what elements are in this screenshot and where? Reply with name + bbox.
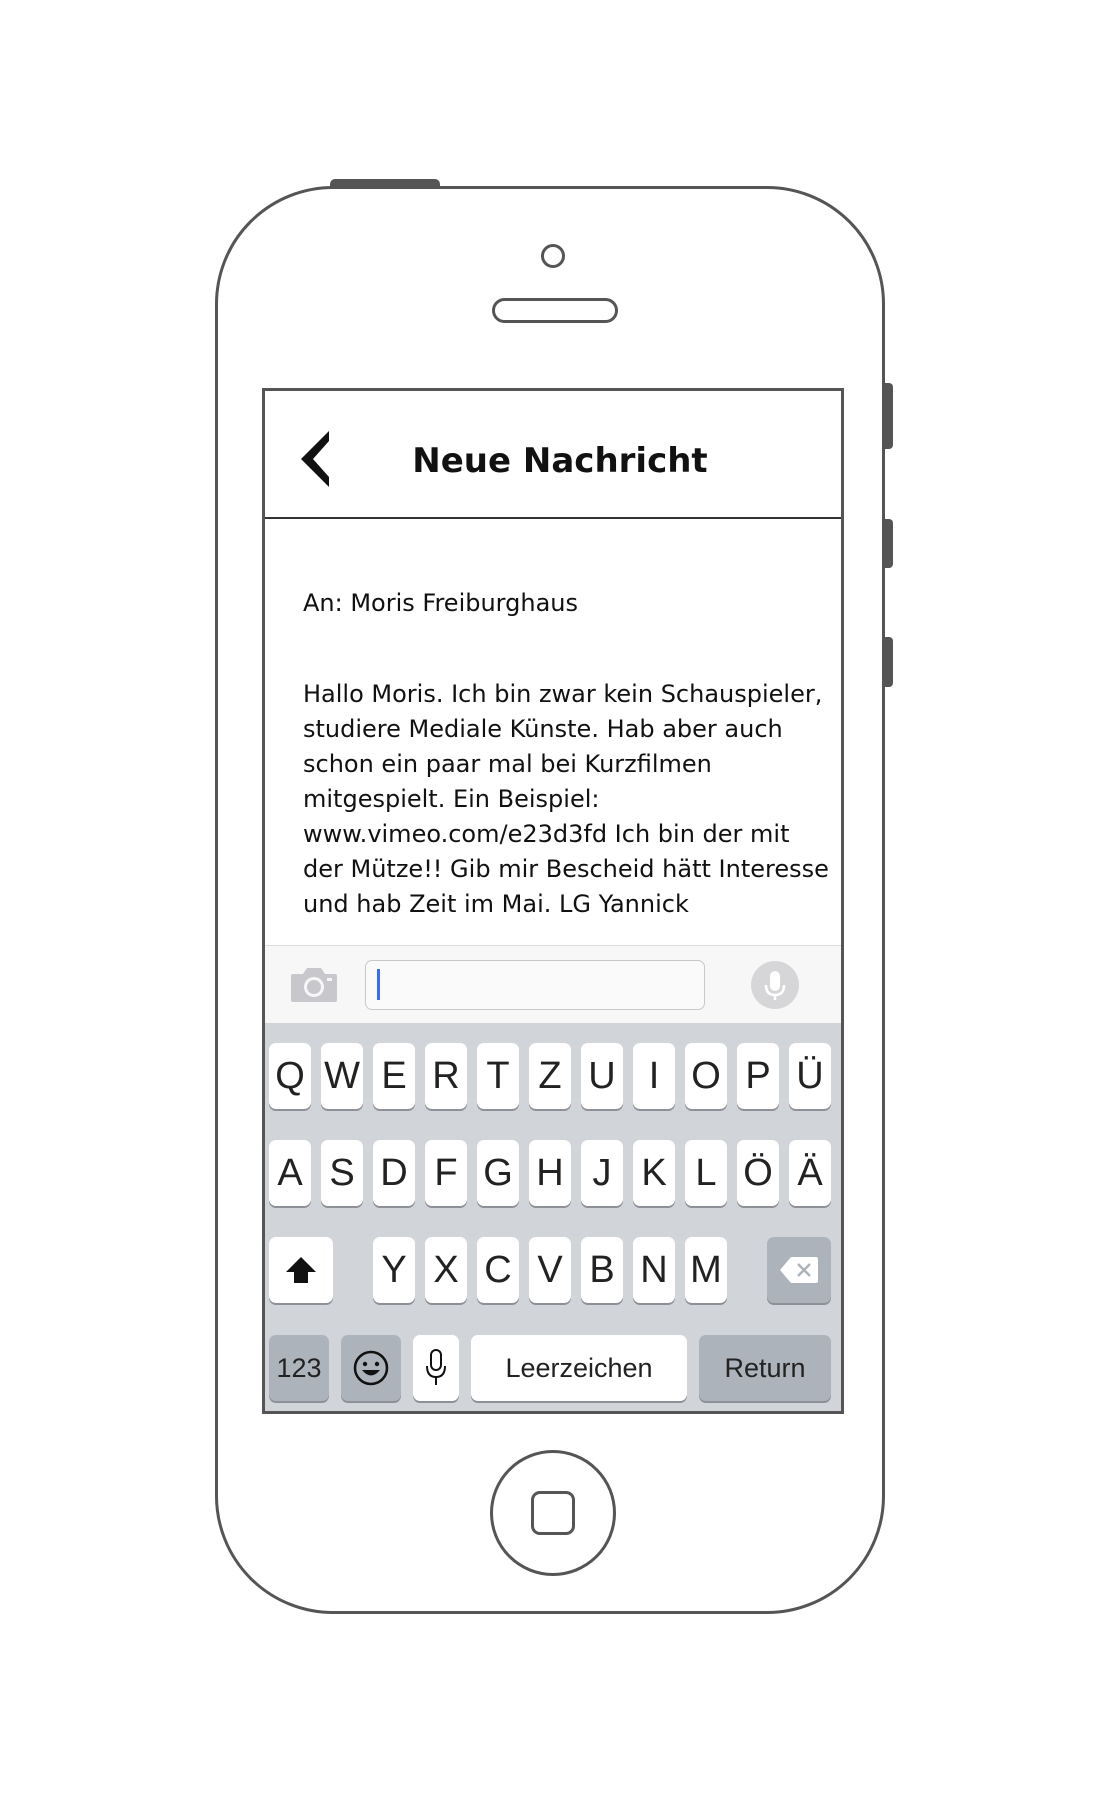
phone-side-button-3	[884, 637, 893, 687]
text-caret	[377, 969, 380, 1000]
navigation-bar: Neue Nachricht	[265, 391, 841, 519]
key-i[interactable]: I	[633, 1043, 675, 1109]
backspace-icon	[779, 1256, 819, 1284]
message-input[interactable]	[365, 960, 705, 1010]
key-v[interactable]: V	[529, 1237, 571, 1303]
key-w[interactable]: W	[321, 1043, 363, 1109]
key-y[interactable]: Y	[373, 1237, 415, 1303]
key-z[interactable]: Z	[529, 1043, 571, 1109]
key-b[interactable]: B	[581, 1237, 623, 1303]
key-d[interactable]: D	[373, 1140, 415, 1206]
message-body: Hallo Moris. Ich bin zwar kein Schauspie…	[303, 677, 829, 922]
key-j[interactable]: J	[581, 1140, 623, 1206]
shift-key[interactable]	[269, 1237, 333, 1303]
key-k[interactable]: K	[633, 1140, 675, 1206]
numbers-key[interactable]: 123	[269, 1335, 329, 1401]
key-t[interactable]: T	[477, 1043, 519, 1109]
emoji-icon	[352, 1349, 390, 1387]
key-g[interactable]: G	[477, 1140, 519, 1206]
message-line: und hab Zeit im Mai. LG Yannick	[303, 890, 689, 918]
dictation-key[interactable]	[413, 1335, 459, 1401]
key-x[interactable]: X	[425, 1237, 467, 1303]
keyboard: Q W E R T Z U I O P Ü A S D F G H J K L …	[265, 1023, 841, 1411]
phone-side-button-2	[884, 519, 893, 568]
earpiece-speaker	[492, 298, 618, 323]
key-p[interactable]: P	[737, 1043, 779, 1109]
key-n[interactable]: N	[633, 1237, 675, 1303]
key-r[interactable]: R	[425, 1043, 467, 1109]
compose-bar	[265, 945, 841, 1024]
camera-icon[interactable]	[289, 966, 339, 1004]
message-line: www.vimeo.com/e23d3fd Ich bin der mit	[303, 820, 790, 848]
message-line: schon ein paar mal bei Kurzfilmen	[303, 750, 712, 778]
delete-key[interactable]	[767, 1237, 831, 1303]
key-f[interactable]: F	[425, 1140, 467, 1206]
microphone-icon	[424, 1348, 448, 1388]
key-l[interactable]: L	[685, 1140, 727, 1206]
emoji-key[interactable]	[341, 1335, 401, 1401]
message-line: studiere Mediale Künste. Hab aber auch	[303, 715, 783, 743]
key-q[interactable]: Q	[269, 1043, 311, 1109]
message-line: der Mütze!! Gib mir Bescheid hätt Intere…	[303, 855, 829, 883]
key-e[interactable]: E	[373, 1043, 415, 1109]
key-h[interactable]: H	[529, 1140, 571, 1206]
home-button[interactable]	[490, 1450, 616, 1576]
microphone-icon[interactable]	[751, 961, 799, 1009]
key-u[interactable]: U	[581, 1043, 623, 1109]
message-line: Hallo Moris. Ich bin zwar kein Schauspie…	[303, 680, 823, 708]
home-button-square	[531, 1491, 575, 1535]
message-line: mitgespielt. Ein Beispiel:	[303, 785, 600, 813]
key-oe[interactable]: Ö	[737, 1140, 779, 1206]
recipient-field[interactable]: An: Moris Freiburghaus	[303, 589, 578, 617]
key-s[interactable]: S	[321, 1140, 363, 1206]
phone-side-button-1	[884, 383, 893, 449]
front-camera	[541, 244, 565, 268]
shift-icon	[284, 1255, 318, 1285]
key-o[interactable]: O	[685, 1043, 727, 1109]
return-key[interactable]: Return	[699, 1335, 831, 1401]
page-title: Neue Nachricht	[412, 441, 708, 481]
space-key[interactable]: Leerzeichen	[471, 1335, 687, 1401]
key-a[interactable]: A	[269, 1140, 311, 1206]
key-ue[interactable]: Ü	[789, 1043, 831, 1109]
key-ae[interactable]: Ä	[789, 1140, 831, 1206]
screen: Neue Nachricht An: Moris Freiburghaus Ha…	[262, 388, 844, 1414]
key-c[interactable]: C	[477, 1237, 519, 1303]
key-m[interactable]: M	[685, 1237, 727, 1303]
